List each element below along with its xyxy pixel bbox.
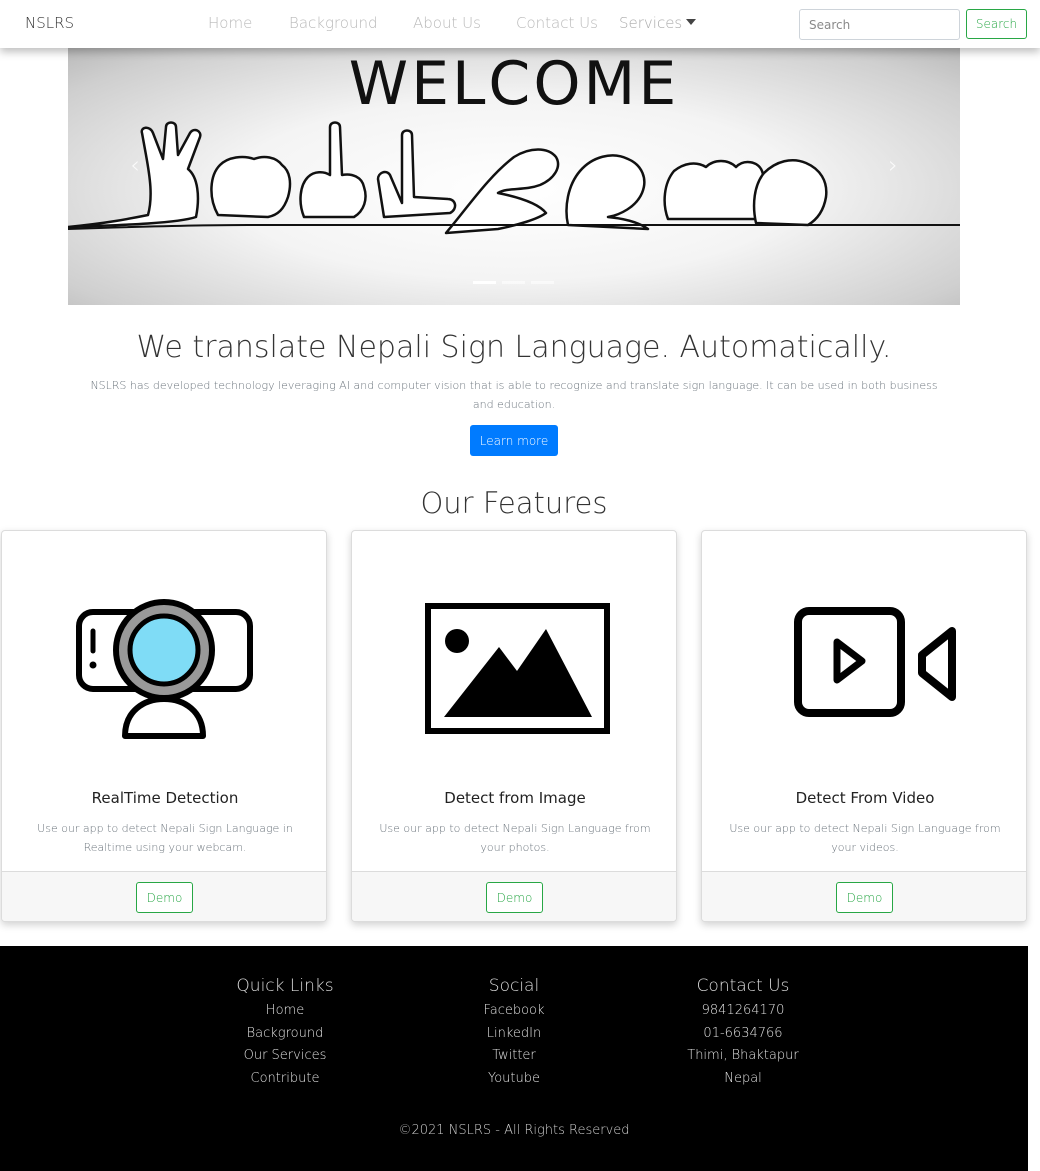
nav-services-dropdown[interactable]: Services — [619, 14, 697, 32]
brand-logo[interactable]: NSLRS — [25, 14, 74, 32]
footer-link-youtube[interactable]: Youtube — [404, 1068, 624, 1091]
footer-address-city: Thimi, Bhaktapur — [687, 1048, 799, 1063]
nav-home-link[interactable]: Home — [208, 14, 252, 32]
footer-link-contribute[interactable]: Contribute — [175, 1068, 395, 1091]
nav-about-link[interactable]: About Us — [413, 14, 481, 32]
footer-contact: Contact Us 9841264170 01-6634766 Thimi, … — [633, 976, 853, 1090]
copyright-text: ©2021 NSLRS - All Rights Reserved — [398, 1123, 630, 1138]
learn-more-button[interactable]: Learn more — [470, 425, 558, 456]
carousel-indicators — [473, 281, 554, 284]
carousel-indicator[interactable] — [531, 281, 554, 284]
navbar: NSLRS Home Background About Us Contact U… — [0, 0, 1040, 48]
card-text: Use our app to detect Nepali Sign Langua… — [379, 822, 651, 854]
feature-card-realtime: RealTime Detection Use our app to detect… — [1, 530, 327, 922]
footer-address-country: Nepal — [724, 1070, 762, 1086]
footer-link-background[interactable]: Background — [175, 1023, 395, 1046]
footer-link-linkedin[interactable]: LinkedIn — [404, 1023, 624, 1046]
footer-heading: Quick Links — [236, 976, 334, 996]
hero-carousel: WELCOME ‹ › — [68, 47, 960, 305]
card-footer: Demo — [702, 871, 1026, 921]
caret-down-icon — [686, 19, 697, 25]
carousel-next-icon[interactable]: › — [883, 151, 903, 179]
footer-heading: Social — [488, 976, 540, 996]
feature-card-image: Detect from Image Use our app to detect … — [351, 530, 677, 922]
demo-button-image[interactable]: Demo — [486, 882, 543, 913]
footer-social: Social Facebook LinkedIn Twitter Youtube — [404, 976, 624, 1090]
footer-phone-mobile: 9841264170 — [701, 1003, 785, 1018]
hero-description: NSLRS has developed technology leveragin… — [90, 379, 938, 411]
feature-card-video: Detect From Video Use our app to detect … — [701, 530, 1027, 922]
card-text: Use our app to detect Nepali Sign Langua… — [37, 822, 293, 854]
demo-button-video[interactable]: Demo — [836, 882, 893, 913]
demo-button-realtime[interactable]: Demo — [136, 882, 193, 913]
nav-contact-link[interactable]: Contact Us — [516, 14, 598, 32]
footer-heading: Contact Us — [696, 976, 790, 996]
footer: Quick Links Home Background Our Services… — [0, 946, 1028, 1171]
carousel-slide-text: WELCOME — [348, 49, 680, 119]
carousel-indicator[interactable] — [502, 281, 525, 284]
hero-title: We translate Nepali Sign Language. Autom… — [136, 330, 892, 365]
card-footer: Demo — [352, 871, 676, 921]
carousel-indicator[interactable] — [473, 281, 496, 284]
search-input[interactable] — [799, 9, 960, 40]
card-title: Detect From Video — [795, 789, 935, 807]
footer-link-home[interactable]: Home — [175, 1000, 395, 1023]
footer-link-services[interactable]: Our Services — [175, 1045, 395, 1068]
card-title: Detect from Image — [444, 789, 586, 807]
footer-quick-links: Quick Links Home Background Our Services… — [175, 976, 395, 1090]
webcam-icon — [76, 599, 253, 739]
nav-services-label: Services — [619, 14, 683, 32]
carousel-prev-icon[interactable]: ‹ — [125, 151, 145, 179]
footer-link-twitter[interactable]: Twitter — [404, 1045, 624, 1068]
card-text: Use our app to detect Nepali Sign Langua… — [729, 822, 1001, 854]
footer-link-facebook[interactable]: Facebook — [404, 1000, 624, 1023]
card-title: RealTime Detection — [91, 789, 239, 807]
video-icon — [794, 607, 956, 717]
nav-background-link[interactable]: Background — [289, 14, 378, 32]
features-title: Our Features — [420, 486, 608, 520]
image-icon — [425, 603, 610, 734]
search-button[interactable]: Search — [966, 9, 1027, 39]
footer-phone-landline: 01-6634766 — [703, 1025, 783, 1041]
card-footer: Demo — [2, 871, 326, 921]
